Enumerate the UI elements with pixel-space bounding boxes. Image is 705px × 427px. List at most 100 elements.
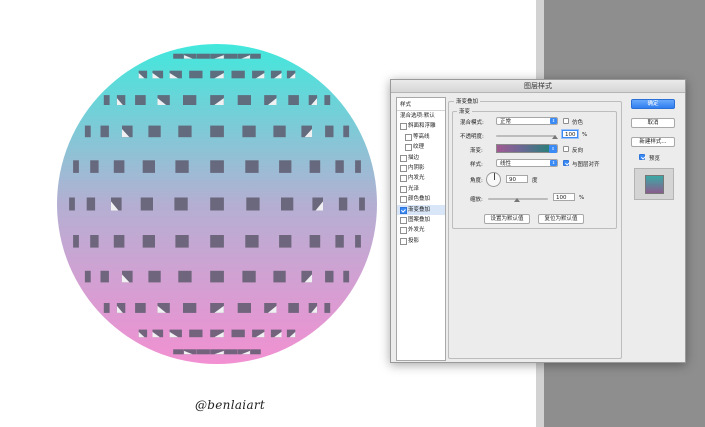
sphere-hole: [103, 303, 110, 313]
style-item-checkbox[interactable]: [405, 144, 412, 152]
scale-input[interactable]: 100: [553, 193, 575, 201]
cancel-button[interactable]: 取消: [631, 118, 675, 128]
reset-default-button[interactable]: 复位为默认值: [538, 214, 584, 224]
opacity-unit: %: [582, 132, 588, 138]
sphere-hole: [90, 235, 99, 248]
opacity-input[interactable]: 100: [562, 130, 578, 138]
align-with-layer-checkbox[interactable]: [563, 160, 569, 166]
sphere-hole: [135, 303, 146, 313]
style-item-label: 外发光: [408, 227, 425, 234]
opacity-slider[interactable]: [496, 135, 556, 137]
style-item-checkbox[interactable]: [400, 154, 407, 162]
style-list: 样式 混合选项:默认 斜面和浮雕 等高线纹理描边内阴影内发光光泽颜色叠加 渐变叠加图…: [396, 97, 446, 361]
sphere-hole: [196, 349, 210, 355]
sphere-hole: [69, 197, 75, 211]
style-item-checkbox[interactable]: [405, 133, 412, 141]
sphere-hole: [175, 235, 189, 248]
style-item-checkbox[interactable]: [400, 185, 407, 193]
style-item-checkbox[interactable]: [400, 227, 407, 235]
sphere-hole: [73, 235, 79, 248]
angle-unit: 度: [532, 178, 538, 184]
style-item-label: 描边: [408, 154, 420, 161]
style-item-label: 纹理: [413, 144, 425, 151]
ok-button[interactable]: 确定: [631, 99, 675, 109]
scale-slider-thumb[interactable]: [514, 198, 520, 202]
sphere-hole: [210, 125, 224, 138]
style-item-label: 光泽: [408, 185, 420, 192]
sphere-hole: [175, 160, 189, 173]
sphere-hole: [86, 197, 96, 211]
style-item-checkbox[interactable]: [400, 123, 407, 131]
style-item[interactable]: 斜面和浮雕: [397, 121, 445, 131]
opacity-slider-thumb[interactable]: [552, 135, 558, 139]
style-item-checkbox[interactable]: [400, 206, 407, 214]
gradient-label: 渐变:: [470, 148, 483, 154]
sphere-hole: [103, 95, 110, 105]
make-default-button[interactable]: 设置为默认值: [484, 214, 530, 224]
style-item[interactable]: 图案叠加: [397, 215, 445, 225]
new-style-button[interactable]: 新建样式...: [631, 137, 675, 147]
sphere-hole: [231, 329, 245, 338]
sphere-hole: [335, 160, 344, 173]
style-item[interactable]: 颜色叠加: [397, 194, 445, 204]
sphere-hole: [174, 197, 188, 211]
style-item[interactable]: 纹理: [397, 142, 445, 152]
style-item[interactable]: 光泽: [397, 184, 445, 194]
dialog-titlebar[interactable]: 图层样式: [391, 80, 685, 93]
style-item-checkbox[interactable]: [400, 216, 407, 224]
style-item[interactable]: 描边: [397, 153, 445, 163]
sphere-hole: [135, 95, 146, 105]
dither-label: 仿色: [572, 120, 584, 126]
sphere-hole: [325, 125, 334, 138]
style-item-label: 内阴影: [408, 164, 425, 171]
reverse-checkbox[interactable]: [563, 146, 569, 152]
scale-label: 缩放:: [470, 197, 483, 203]
preview-checkbox[interactable]: [639, 154, 645, 160]
sphere-hole: [173, 349, 184, 355]
style-item[interactable]: 内发光: [397, 173, 445, 183]
angle-label: 角度:: [470, 178, 483, 184]
scale-unit: %: [579, 195, 585, 201]
style-item-checkbox[interactable]: [400, 237, 407, 245]
style-item-blend-options[interactable]: 混合选项:默认: [397, 111, 445, 121]
style-list-header: 样式: [397, 98, 445, 111]
style-item[interactable]: 渐变叠加: [397, 204, 445, 215]
style-item-label: 颜色叠加: [408, 196, 431, 203]
sphere-hole: [210, 160, 224, 173]
style-item-label: 图案叠加: [408, 216, 431, 223]
sphere-hole: [173, 53, 184, 59]
dither-checkbox[interactable]: [563, 118, 569, 124]
sphere-hole: [84, 270, 91, 283]
style-item[interactable]: 外发光: [397, 225, 445, 235]
sphere-hole: [196, 53, 210, 59]
style-item[interactable]: 等高线: [397, 132, 445, 142]
sphere-hole: [324, 95, 331, 105]
sphere-hole: [288, 95, 299, 105]
sphere-hole: [242, 270, 256, 283]
gradient-group: [452, 111, 617, 229]
sphere-hole: [178, 125, 192, 138]
sphere-hole: [90, 160, 99, 173]
style-item-checkbox[interactable]: [400, 196, 407, 204]
sphere-hole: [343, 270, 350, 283]
dialog-title: 图层样式: [524, 82, 552, 90]
style-item-label: 投影: [408, 237, 420, 244]
style-item[interactable]: 内阴影: [397, 163, 445, 173]
sphere-hole: [242, 125, 256, 138]
sphere-hole: [281, 197, 294, 211]
sphere-hole: [237, 303, 251, 313]
angle-dial[interactable]: [486, 172, 501, 187]
gradient-swatch[interactable]: [496, 144, 550, 153]
angle-input[interactable]: 90: [506, 175, 528, 183]
blend-mode-select[interactable]: 正常 ⇕: [496, 117, 558, 125]
style-item-checkbox[interactable]: [400, 175, 407, 183]
gradient-picker-dropdown[interactable]: ⇕: [549, 144, 558, 153]
sphere-hole: [355, 235, 361, 248]
sphere-hole: [245, 235, 259, 248]
style-item[interactable]: 投影: [397, 236, 445, 246]
sphere-hole: [224, 349, 238, 355]
preview-label: 预览: [649, 156, 661, 162]
sphere-hole: [224, 53, 238, 59]
style-item-checkbox[interactable]: [400, 164, 407, 172]
gradient-style-select[interactable]: 线性 ⇕: [496, 159, 558, 167]
